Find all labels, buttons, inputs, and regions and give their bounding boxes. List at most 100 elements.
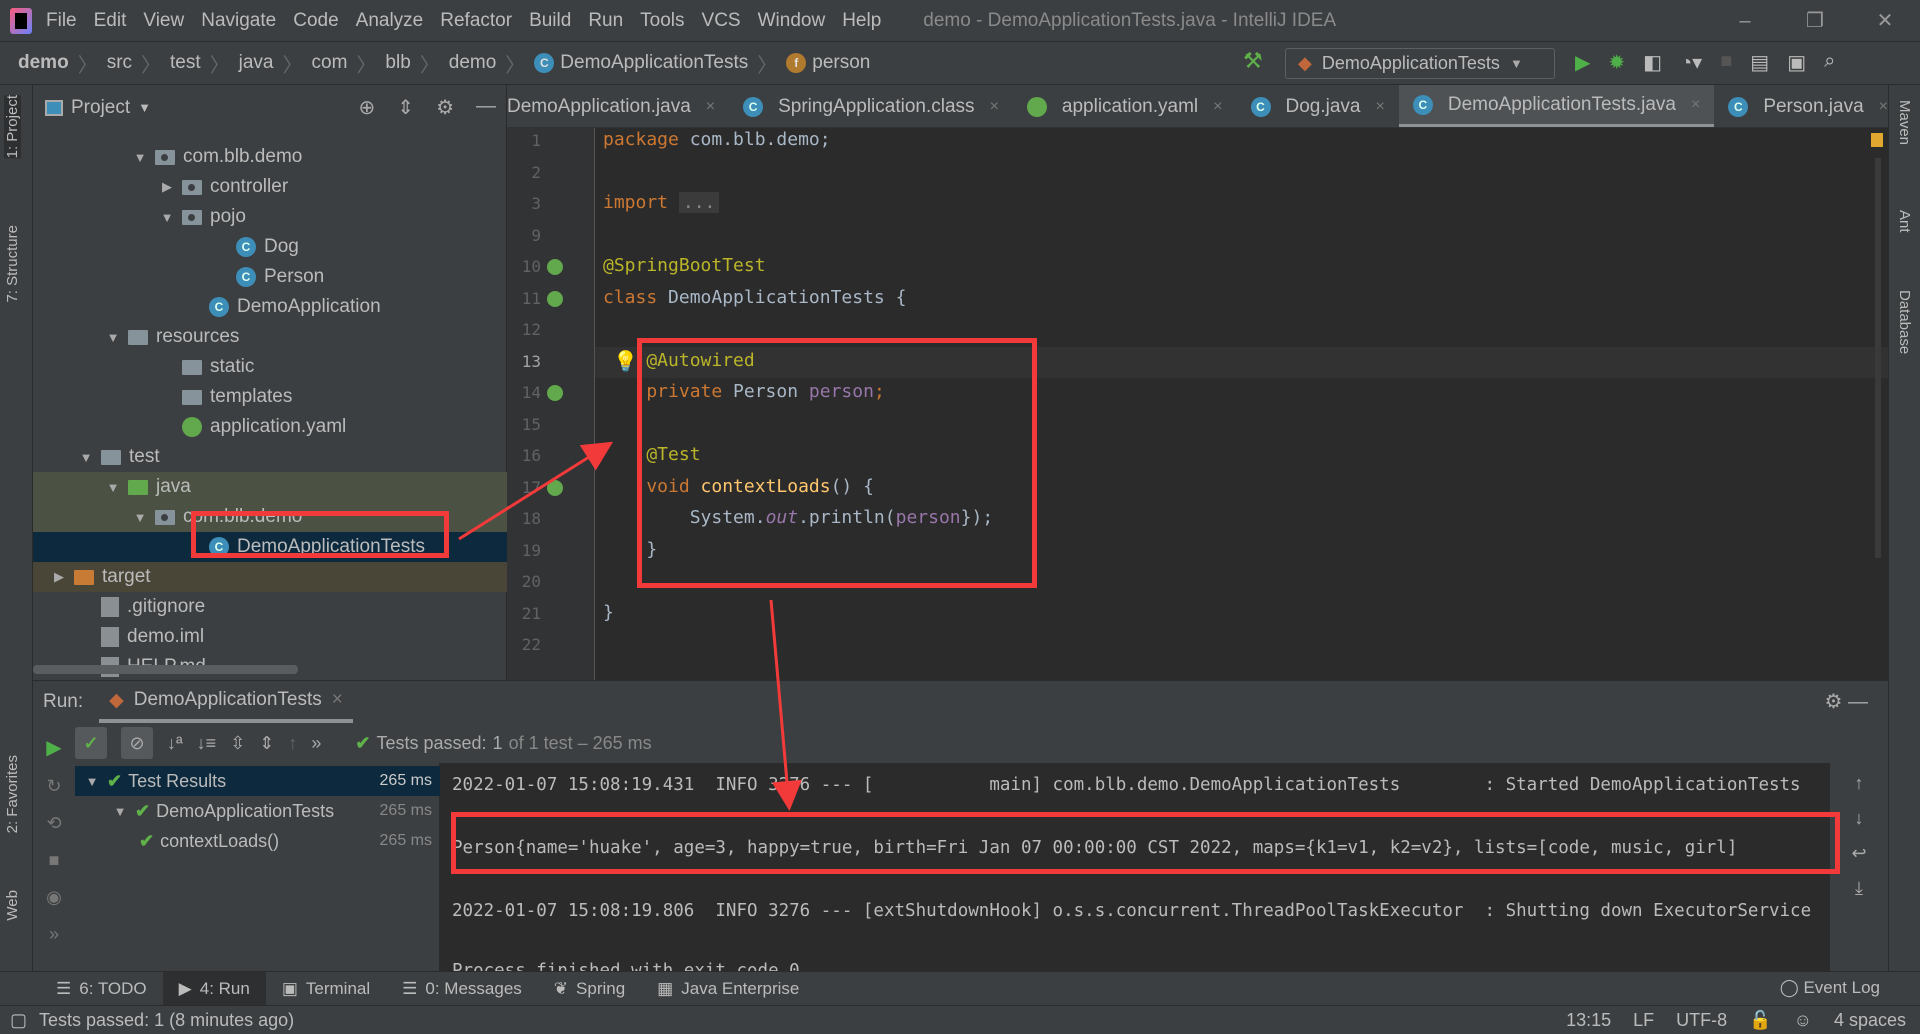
tool-tab-run[interactable]: ▶ 4: Run: [162, 971, 266, 1006]
hide-icon[interactable]: —: [476, 95, 496, 120]
console-output[interactable]: 2022-01-07 15:08:19.431 INFO 3276 --- [ …: [440, 763, 1830, 972]
tree-item[interactable]: ▼ test: [33, 442, 507, 472]
build-hammer-icon[interactable]: ⚒: [1243, 48, 1263, 74]
tree-item[interactable]: ▼ java: [33, 472, 507, 502]
close-icon[interactable]: ×: [990, 98, 999, 116]
expanded-arrow-icon[interactable]: ▼: [83, 774, 101, 789]
lightbulb-icon[interactable]: 💡: [613, 349, 638, 374]
run-gutter-icon[interactable]: [547, 385, 563, 401]
breadcrumb-item[interactable]: test: [170, 49, 201, 78]
restore-button[interactable]: ❐: [1780, 0, 1850, 42]
expanded-arrow-icon[interactable]: ▼: [104, 330, 122, 345]
breadcrumb-item[interactable]: src: [107, 49, 132, 78]
run-gutter-icon[interactable]: [547, 479, 563, 496]
run-gutter-icon[interactable]: [547, 290, 563, 307]
tool-tab-java-enterprise[interactable]: ▦ Java Enterprise: [641, 972, 815, 1006]
sort-duration-icon[interactable]: ↓≡: [197, 733, 217, 754]
tool-web[interactable]: Web: [4, 890, 21, 921]
menu-analyze[interactable]: Analyze: [356, 10, 424, 32]
minimize-button[interactable]: –: [1710, 0, 1780, 42]
expand-all-icon[interactable]: ⇳: [230, 733, 245, 754]
tool-ant[interactable]: Ant: [1896, 210, 1913, 233]
scroll-down-icon[interactable]: ↓: [1855, 808, 1864, 829]
test-result-item[interactable]: ▼ ✔ Test Results 265 ms: [75, 766, 440, 796]
sort-alpha-icon[interactable]: ↓ª: [167, 733, 183, 754]
tool-project[interactable]: 1: Project: [4, 95, 21, 159]
tree-item[interactable]: ▼ pojo: [33, 202, 507, 232]
caret-position[interactable]: 13:15: [1566, 1010, 1611, 1031]
tab-demoapplication-java[interactable]: DemoApplication.java ×: [507, 85, 729, 127]
menu-code[interactable]: Code: [293, 10, 338, 32]
menu-help[interactable]: Help: [842, 10, 881, 32]
scroll-to-end-icon[interactable]: ⤓: [1855, 878, 1863, 899]
tree-item[interactable]: C DemoApplication: [33, 292, 507, 322]
breadcrumb-item[interactable]: blb: [385, 49, 410, 78]
coverage-icon[interactable]: ◧: [1643, 50, 1662, 75]
menu-navigate[interactable]: Navigate: [201, 10, 276, 32]
tree-item[interactable]: ▼ com.blb.demo: [33, 502, 507, 532]
tree-item[interactable]: ▶ controller: [33, 172, 507, 202]
menu-refactor[interactable]: Refactor: [440, 10, 512, 32]
camera-icon[interactable]: ◉: [46, 887, 62, 908]
tree-item[interactable]: .gitignore: [33, 592, 507, 622]
more-icon[interactable]: »: [49, 924, 59, 945]
code-editor[interactable]: 1 2 3 9 10 11 12 13 14 15 16 17 18 19 20 21 22 package c…: [507, 128, 1888, 680]
close-button[interactable]: ✕: [1850, 0, 1920, 42]
tool-tab-terminal[interactable]: ▣ Terminal: [266, 972, 386, 1006]
close-icon[interactable]: ×: [706, 98, 715, 116]
tool-database[interactable]: Database: [1896, 290, 1913, 354]
soft-wrap-icon[interactable]: ↩: [1851, 843, 1866, 864]
menu-file[interactable]: File: [46, 10, 77, 32]
project-title[interactable]: Project: [71, 97, 130, 119]
gear-icon[interactable]: ⚙ —: [1825, 689, 1869, 714]
more-icon[interactable]: »: [311, 733, 321, 754]
close-icon[interactable]: ×: [1213, 98, 1222, 116]
expanded-arrow-icon[interactable]: ▼: [158, 210, 176, 225]
tree-item[interactable]: C DemoApplicationTests: [33, 532, 507, 562]
show-passed-toggle[interactable]: ✓: [75, 727, 107, 759]
close-icon[interactable]: ×: [1691, 96, 1700, 114]
tree-item[interactable]: ▶ target: [33, 562, 507, 592]
tool-favorites[interactable]: 2: Favorites: [4, 755, 21, 833]
expanded-arrow-icon[interactable]: ▼: [111, 804, 129, 819]
search-icon[interactable]: ⌕: [1824, 50, 1835, 75]
collapse-all-icon[interactable]: ⇕: [259, 733, 274, 754]
tab-springapplication-class[interactable]: C SpringApplication.class ×: [729, 85, 1013, 127]
inspector-icon[interactable]: ☺: [1794, 1010, 1812, 1031]
menu-edit[interactable]: Edit: [94, 10, 127, 32]
locate-icon[interactable]: ⊕: [359, 95, 376, 120]
breadcrumb-item[interactable]: demo: [449, 49, 497, 78]
collapsed-arrow-icon[interactable]: ▶: [158, 179, 176, 195]
expanded-arrow-icon[interactable]: ▼: [104, 480, 122, 495]
rerun-failed-icon[interactable]: ↻: [46, 776, 61, 797]
tab-demoapplicationtests-java[interactable]: C DemoApplicationTests.java ×: [1398, 85, 1715, 127]
tree-item[interactable]: static: [33, 352, 507, 382]
toggle-panels-icon[interactable]: ▢: [10, 1010, 27, 1031]
close-icon[interactable]: ×: [332, 689, 343, 711]
toggle-autotest-icon[interactable]: ⟲: [46, 813, 61, 834]
tool-maven[interactable]: Maven: [1896, 100, 1913, 145]
tree-item[interactable]: templates: [33, 382, 507, 412]
tab-dog-java[interactable]: C Dog.java ×: [1237, 85, 1399, 127]
collapsed-arrow-icon[interactable]: ▶: [50, 569, 68, 585]
terminal-icon[interactable]: ▣: [1787, 50, 1806, 75]
editor-scrollbar[interactable]: [1875, 158, 1881, 558]
line-separator[interactable]: LF: [1633, 1010, 1654, 1031]
profile-icon[interactable]: ◔▾: [1680, 50, 1702, 75]
breadcrumb-item[interactable]: C DemoApplicationTests: [534, 49, 748, 78]
breadcrumb-item[interactable]: f person: [786, 49, 870, 78]
tree-item[interactable]: ▼ com.blb.demo: [33, 142, 507, 172]
menu-tools[interactable]: Tools: [640, 10, 684, 32]
tree-item[interactable]: C Dog: [33, 232, 507, 262]
run-tab[interactable]: ◆ DemoApplicationTests ×: [99, 681, 353, 723]
run-config-select[interactable]: ◆ DemoApplicationTests ▼: [1285, 48, 1555, 79]
breadcrumb-item[interactable]: demo: [18, 49, 69, 78]
expanded-arrow-icon[interactable]: ▼: [131, 510, 149, 525]
tree-item[interactable]: demo.iml: [33, 622, 507, 652]
rerun-icon[interactable]: ▶: [46, 735, 61, 760]
stop-icon[interactable]: ■: [49, 850, 60, 871]
debug-icon[interactable]: ✹: [1608, 50, 1625, 75]
inspection-status-icon[interactable]: [1871, 133, 1883, 147]
expanded-arrow-icon[interactable]: ▼: [131, 150, 149, 165]
tool-tab-spring[interactable]: ❦ Spring: [538, 972, 641, 1006]
